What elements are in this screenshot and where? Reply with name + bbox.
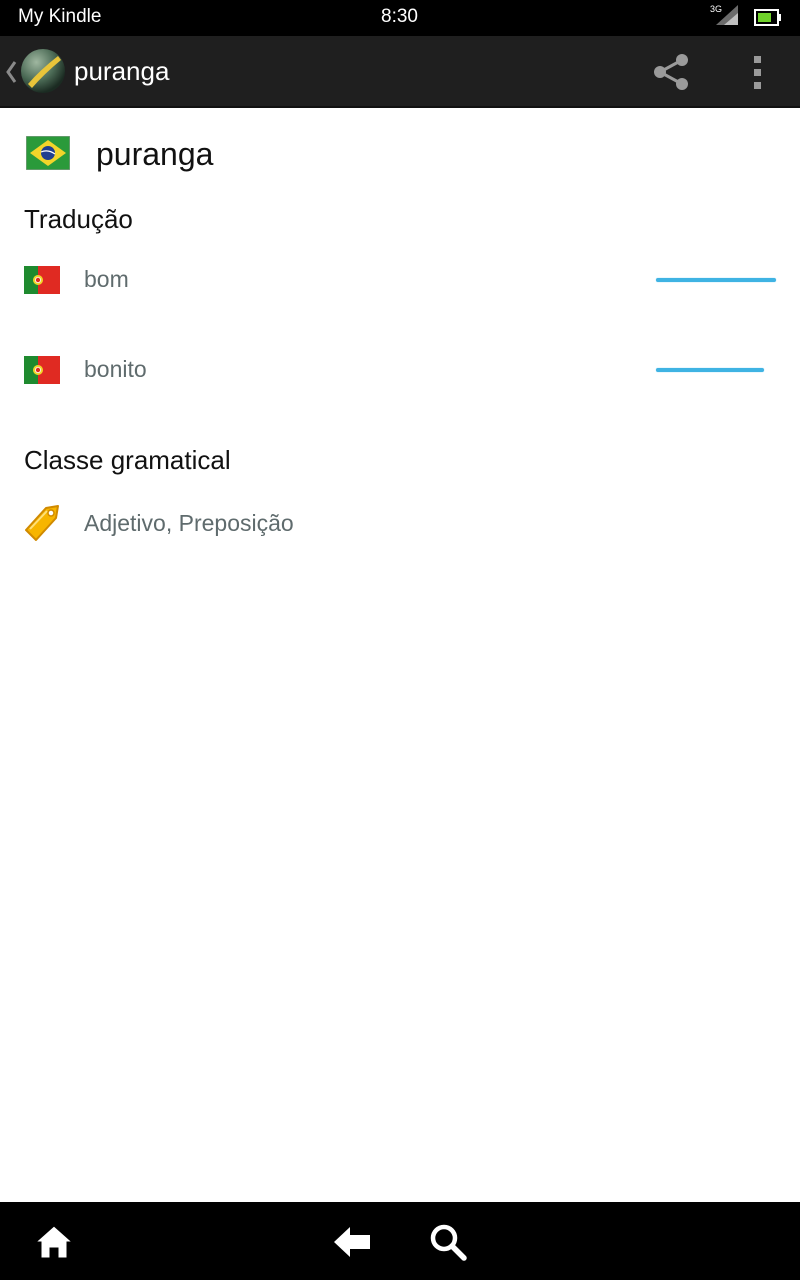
status-time: 8:30 bbox=[381, 6, 418, 27]
nav-bar bbox=[0, 1202, 800, 1280]
action-bar: puranga bbox=[0, 36, 800, 108]
relevance-bar bbox=[656, 368, 776, 372]
battery-icon bbox=[754, 9, 781, 26]
app-globe-icon[interactable] bbox=[20, 48, 66, 94]
tag-icon bbox=[25, 505, 59, 541]
relevance-bar-fill bbox=[656, 368, 764, 372]
network-label: 3G bbox=[710, 4, 722, 14]
grammar-class-row: Adjetivo, Preposição bbox=[0, 500, 800, 556]
back-icon[interactable] bbox=[330, 1224, 374, 1260]
grammar-section-title: Classe gramatical bbox=[24, 445, 231, 475]
portugal-flag-icon bbox=[24, 266, 60, 294]
overflow-menu-icon[interactable] bbox=[740, 50, 776, 94]
translation-text: bom bbox=[84, 266, 129, 292]
search-icon[interactable] bbox=[428, 1222, 468, 1262]
translation-row[interactable]: bonito bbox=[0, 344, 800, 400]
entry-word: puranga bbox=[96, 136, 214, 172]
action-bar-title: puranga bbox=[74, 56, 170, 86]
home-icon[interactable] bbox=[32, 1222, 76, 1262]
share-icon[interactable] bbox=[648, 50, 694, 94]
signal-icon: 3G bbox=[710, 4, 738, 25]
translation-section-title: Tradução bbox=[24, 204, 133, 234]
entry-content: puranga Tradução bom bonito Classe grama… bbox=[0, 108, 800, 1202]
portugal-flag-icon bbox=[24, 356, 60, 384]
up-caret-icon[interactable] bbox=[4, 58, 18, 86]
relevance-bar-fill bbox=[656, 278, 776, 282]
grammar-class-value: Adjetivo, Preposição bbox=[84, 510, 294, 536]
translation-row[interactable]: bom bbox=[0, 254, 800, 310]
brazil-flag-icon bbox=[26, 136, 70, 170]
status-carrier: My Kindle bbox=[18, 6, 102, 27]
relevance-bar bbox=[656, 278, 776, 282]
translation-text: bonito bbox=[84, 356, 147, 382]
status-bar: My Kindle 8:30 3G bbox=[0, 0, 800, 36]
